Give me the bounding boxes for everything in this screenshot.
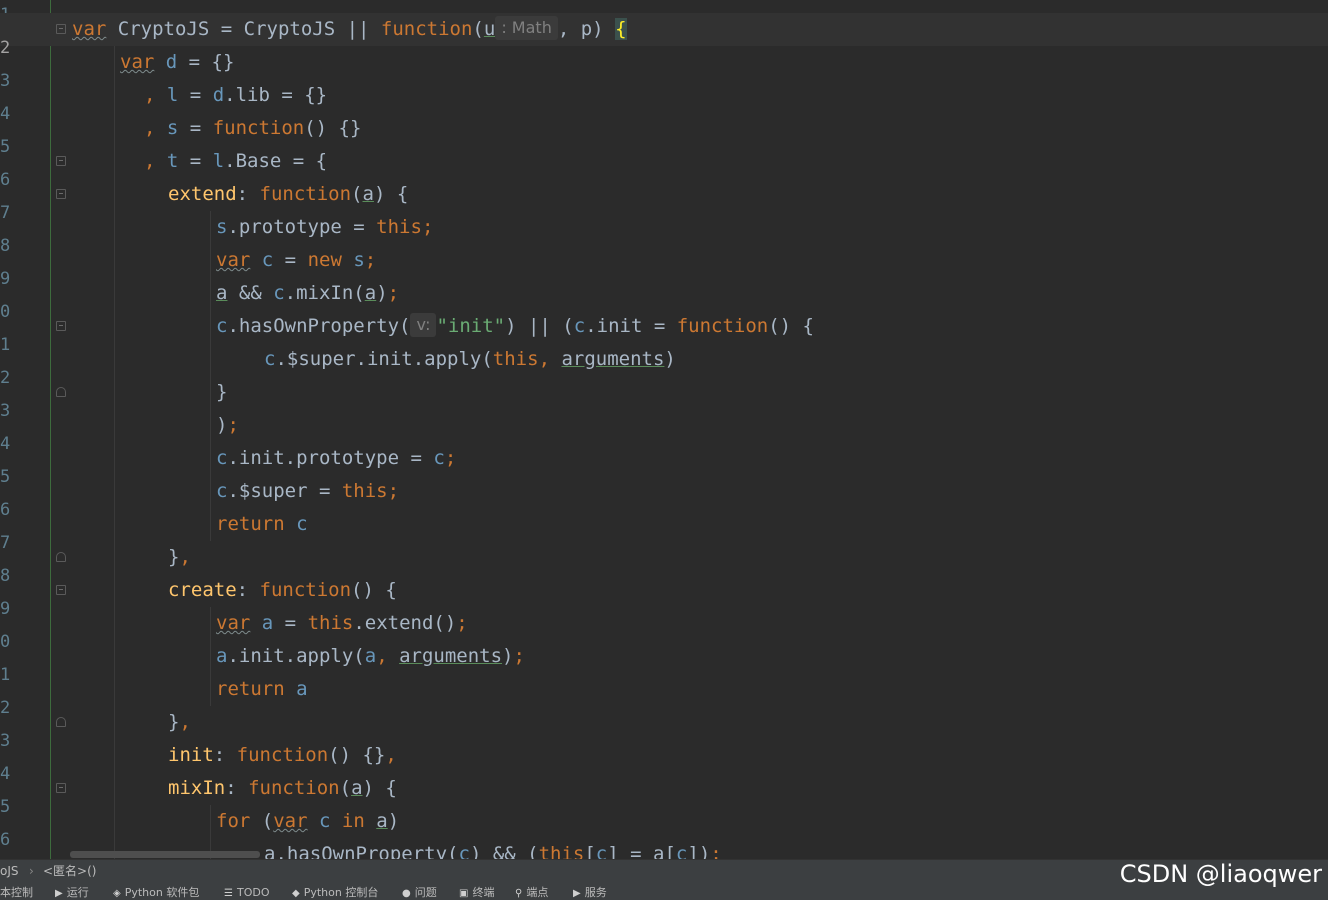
editor-line[interactable]: 3 } [0,376,1328,421]
code-text: c.hasOwnProperty(v: "init") || (c.init = … [216,313,814,337]
editor-line[interactable]: 0 var a = this.extend(); [0,607,1328,652]
code-text: c.$super.init.apply(this, arguments) [264,348,676,370]
param-hint-math: : Math [495,16,558,40]
tool-tab-todo[interactable]: ☰ TODO [224,883,269,900]
editor-line[interactable]: 3 }, [0,706,1328,751]
editor-line[interactable]: 8 s.prototype = this; [0,211,1328,256]
fold-end-icon[interactable] [56,387,66,397]
fold-end-icon[interactable] [56,717,66,727]
fold-toggle-icon[interactable] [56,189,66,199]
editor-line[interactable]: 1 a.init.apply(a, arguments); [0,640,1328,685]
fold-toggle-icon[interactable] [56,783,66,793]
fold-toggle-icon[interactable] [56,24,66,34]
run-icon: ▶ [55,888,63,899]
code-text: , s = function() {} [144,117,362,139]
code-text: c.init.prototype = c; [216,447,457,469]
endpoints-icon: ⚲ [515,888,523,899]
terminal-icon: ▣ [459,888,469,899]
code-text: c.$super = this; [216,480,400,502]
code-text: }, [168,546,191,568]
editor-line[interactable]: 5 c.init.prototype = c; [0,442,1328,487]
editor-line[interactable]: 1 c.hasOwnProperty(v: "init") || (c.init … [0,310,1328,355]
editor-line[interactable]: 4 , l = d.lib = {} [0,79,1328,124]
editor-line[interactable]: 7 return c [0,508,1328,553]
code-text: s.prototype = this; [216,216,434,238]
tool-tab-endpoints[interactable]: ⚲ 端点 [515,883,548,900]
code-editor[interactable]: 1 2 var CryptoJS = CryptoJS || function(… [0,0,1328,859]
fold-end-icon[interactable] [56,552,66,562]
code-text: extend: function(a) { [168,183,409,205]
fold-toggle-icon[interactable] [56,321,66,331]
editor-line: 1 [0,0,1328,25]
param-hint-v: v: [410,313,437,337]
editor-line[interactable]: 2 return a [0,673,1328,718]
tool-tab-terminal[interactable]: ▣ 终端 [459,883,494,900]
editor-line[interactable]: 7 extend: function(a) { [0,178,1328,223]
breadcrumb-file[interactable]: oJS [0,860,19,882]
editor-line[interactable]: 5 , s = function() {} [0,112,1328,157]
code-text: init: function() {}, [168,744,397,766]
code-text: create: function() { [168,579,397,601]
code-text: a.hasOwnProperty(c) && (this[c] = a[c]); [264,843,722,859]
horizontal-scrollbar[interactable] [70,851,260,858]
editor-line[interactable]: 2 var CryptoJS = CryptoJS || function(u:… [0,13,1328,58]
fold-toggle-icon[interactable] [56,156,66,166]
tool-tab-label: 运行 [66,886,89,899]
info-icon: ● [402,888,411,899]
editor-line[interactable]: 0 a && c.mixIn(a); [0,277,1328,322]
editor-line[interactable]: 6 c.$super = this; [0,475,1328,520]
code-text: a && c.mixIn(a); [216,282,400,304]
python-icon: ◆ [292,888,300,899]
editor-line[interactable]: 6 for (var c in a) [0,805,1328,850]
code-text: mixIn: function(a) { [168,777,397,799]
tool-tab-label: 终端 [472,886,495,899]
code-text: var CryptoJS = CryptoJS || function(u: M… [72,16,627,40]
tool-tab-services[interactable]: ▶ 服务 [573,883,607,900]
indent-guide [114,46,115,859]
editor-line[interactable]: 4 ); [0,409,1328,454]
code-text: ); [216,414,239,436]
services-icon: ▶ [573,888,581,899]
tool-tab-python-console[interactable]: ◆ Python 控制台 [292,883,378,900]
tool-tab-label: TODO [236,886,270,899]
fold-toggle-icon[interactable] [56,585,66,595]
code-text: , l = d.lib = {} [144,84,328,106]
tool-tab-label: 本控制 [0,886,33,899]
code-text: var a = this.extend(); [216,612,468,634]
code-text: , t = l.Base = { [144,150,328,172]
tool-tab-run[interactable]: ▶ 运行 [55,883,89,900]
code-text: for (var c in a) [216,810,400,832]
breadcrumb-separator: › [29,864,34,878]
tool-tab-label: Python 控制台 [303,886,379,899]
watermark: CSDN @liaoqwer [1119,860,1322,888]
code-text: var c = new s; [216,249,377,271]
editor-line[interactable]: 3 var d = {} [0,46,1328,91]
editor-line[interactable]: 8 }, [0,541,1328,586]
editor-line[interactable]: 9 create: function() { [0,574,1328,619]
tool-tab-version-control[interactable]: 本控制 [0,883,33,900]
code-text: return c [216,513,308,535]
code-text: return a [216,678,308,700]
editor-line[interactable]: 4 init: function() {}, [0,739,1328,784]
code-text: }, [168,711,191,733]
indent-guide [210,607,211,706]
indent-guide [210,211,211,541]
list-icon: ☰ [224,888,233,899]
layers-icon: ◈ [113,888,121,899]
tool-tab-label: 端点 [526,886,549,899]
tool-tab-label: Python 软件包 [124,886,200,899]
tool-tab-problems[interactable]: ● 问题 [402,883,437,900]
editor-line[interactable]: 9 var c = new s; [0,244,1328,289]
editor-line[interactable]: 2 c.$super.init.apply(this, arguments) [0,343,1328,388]
editor-line[interactable]: 6 , t = l.Base = { [0,145,1328,190]
breadcrumb-scope[interactable]: <匿名>() [43,860,96,882]
code-text: var d = {} [120,51,235,73]
tool-tab-python-packages[interactable]: ◈ Python 软件包 [113,883,199,900]
tool-tab-label: 问题 [414,886,437,899]
tool-tab-label: 服务 [584,886,607,899]
code-text: a.init.apply(a, arguments); [216,645,525,667]
code-text: } [216,381,228,403]
editor-line[interactable]: 5 mixIn: function(a) { [0,772,1328,817]
